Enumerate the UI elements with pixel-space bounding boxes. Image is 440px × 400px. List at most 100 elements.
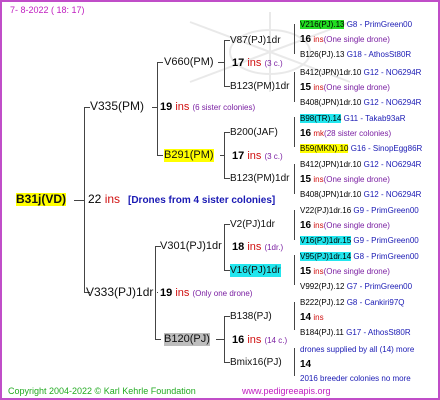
l4-name: V16(PJ)1dr.15 — [300, 236, 352, 245]
l4-name: B408(JPN)1dr.10 — [300, 190, 362, 199]
sd-ins-number: 17 — [232, 150, 245, 162]
l3-bmix[interactable]: Bmix16(PJ) — [230, 356, 282, 369]
l3-v16[interactable]: V16(PJ)1dr — [230, 264, 281, 277]
l4-row[interactable]: B222(PJ).12 G8 - Cankiri97Q — [300, 296, 405, 309]
dd-colony[interactable]: B120(PJ) — [164, 333, 210, 346]
l4-ins-row: 16 ins(One single drone) — [300, 219, 390, 232]
l4-name: V216(PJ).13 — [300, 20, 345, 29]
ss-ins-number: 17 — [232, 57, 245, 69]
l4-row[interactable]: B408(JPN)1dr.10 G12 - NO6294R — [300, 188, 421, 201]
dd-ins-word: ins — [247, 334, 262, 346]
ds-colony[interactable]: V301(PJ)1dr — [160, 240, 222, 253]
l4-row[interactable]: B412(JPN)1dr.10 G12 - NO6294R — [300, 66, 421, 79]
l4-row[interactable]: B412(JPN)1dr.10 G12 - NO6294R — [300, 158, 421, 171]
l4-ins-word: ins — [313, 175, 324, 184]
l4-info: G9 - PrimGreen00 — [353, 206, 419, 215]
copyright-text: Copyright 2004-2022 © Karl Kehrle Founda… — [8, 386, 196, 396]
l4-ins-row: 15 ins(One single drone) — [300, 265, 390, 278]
header-date: 7- 8-2022 ( 18: 17) — [10, 5, 85, 15]
l3-v2[interactable]: V2(PJ)1dr — [230, 218, 275, 231]
sire-colony[interactable]: V335(PM) — [90, 100, 144, 113]
l4-name: B412(JPN)1dr.10 — [300, 160, 362, 169]
l4-ins-row: 14 — [300, 358, 311, 371]
l4-row[interactable]: B98(TR).14 G11 - Takab93aR — [300, 112, 406, 125]
l4-row[interactable]: B59(MKN).10 G16 - SinopEgg86R — [300, 142, 422, 155]
sire-ins-count: 19 ins (6 sister colonies) — [160, 101, 255, 114]
l4-name: B222(PJ).12 — [300, 298, 345, 307]
ds-ins-number: 18 — [232, 241, 245, 253]
l4-name: B98(TR).14 — [300, 114, 342, 123]
l4-ins-number: 15 — [300, 82, 312, 93]
l4-row[interactable]: B126(PJ).13 G18 - AthosSt80R — [300, 48, 411, 61]
l4-row[interactable]: B408(JPN)1dr.10 G12 - NO6294R — [300, 96, 421, 109]
l3-b123b[interactable]: B123(PM)1dr — [230, 172, 289, 185]
l4-name: B126(PJ).13 — [300, 50, 345, 59]
l4-info: G8 - Cankiri97Q — [346, 298, 405, 307]
l4-note: (One single drone) — [323, 83, 390, 92]
dd-ins-count: 16 ins (14 c.) — [232, 334, 287, 347]
dd-ins-number: 16 — [232, 334, 245, 346]
sd-ins-word: ins — [247, 150, 262, 162]
l4-note: (One single drone) — [323, 175, 390, 184]
root-note: [Drones from 4 sister colonies] — [128, 195, 276, 206]
l4-row[interactable]: V95(PJ)1dr.14 G8 - PrimGreen00 — [300, 250, 419, 263]
l4-name: B59(MKN).10 — [300, 144, 349, 153]
l4-info: G12 - NO6294R — [363, 190, 422, 199]
l3-b123a[interactable]: B123(PM)1dr — [230, 80, 289, 93]
l4-ins-row: 16 ins(One single drone) — [300, 33, 390, 46]
l4-note: (28 sister colonies) — [324, 129, 392, 138]
ds-ins-count: 18 ins (1dr.) — [232, 241, 283, 254]
l4-ins-word: ins — [313, 221, 324, 230]
sire-ins-number: 19 — [160, 101, 173, 113]
l4-ins-word: mk — [313, 129, 325, 138]
l4-ins-row: 16 mk(28 sister colonies) — [300, 127, 391, 140]
l4-row[interactable]: V992(PJ).12 G7 - PrimGreen00 — [300, 280, 412, 293]
l4-ins-row: 15 ins(One single drone) — [300, 81, 390, 94]
l4-row[interactable]: V22(PJ)1dr.16 G9 - PrimGreen00 — [300, 204, 419, 217]
l4-text-row: drones supplied by all (14) more — [300, 345, 415, 354]
l4-ins-number: 16 — [300, 128, 312, 139]
ss-colony[interactable]: V660(PM) — [164, 56, 214, 69]
root-ins-count: 22 ins — [88, 193, 120, 206]
l4-ins-word: ins — [313, 313, 324, 322]
dam-ins-word: ins — [175, 287, 190, 299]
sd-colony[interactable]: B291(PM) — [164, 149, 214, 162]
site-url-link[interactable]: www.pedigreeapis.org — [242, 385, 331, 398]
root-colony[interactable]: B31j(VD) — [16, 193, 67, 206]
l4-info: G16 - SinopEgg86R — [350, 144, 423, 153]
l4-name: V992(PJ).12 — [300, 282, 345, 291]
l4-info: G8 - PrimGreen00 — [346, 20, 413, 29]
l4-row[interactable]: V216(PJ).13 G8 - PrimGreen00 — [300, 18, 412, 31]
dd-note: (14 c.) — [264, 336, 288, 345]
l4-ins-word: ins — [313, 35, 324, 44]
ds-ins-word: ins — [247, 241, 262, 253]
l4-name: B184(PJ).11 — [300, 328, 344, 337]
dam-ins-number: 19 — [160, 287, 173, 299]
l4-note: (One single drone) — [323, 267, 390, 276]
l3-b138[interactable]: B138(PJ) — [230, 310, 272, 323]
l4-name: V22(PJ)1dr.16 — [300, 206, 352, 215]
ds-note: (1dr.) — [264, 243, 284, 252]
l3-v87[interactable]: V87(PJ)1dr — [230, 34, 281, 47]
l4-info: G8 - PrimGreen00 — [353, 252, 419, 261]
l4-info: G9 - PrimGreen00 — [353, 236, 419, 245]
dam-colony[interactable]: V333(PJ)1dr — [86, 286, 153, 299]
pedigree-chart: 7- 8-2022 ( 18: 17) B31j(VD) 22 ins [Dro… — [0, 0, 440, 400]
root-ins-word: ins — [104, 192, 121, 206]
ss-note: (3 c.) — [264, 59, 283, 68]
l4-row[interactable]: V16(PJ)1dr.15 G9 - PrimGreen00 — [300, 234, 419, 247]
l4-row[interactable]: B184(PJ).11 G17 - AthosSt80R — [300, 326, 411, 339]
dam-note: (Only one drone) — [192, 289, 253, 298]
l3-b200[interactable]: B200(JAF) — [230, 126, 278, 139]
l4-ins-number: 14 — [300, 312, 312, 323]
l4-info: G11 - Takab93aR — [343, 114, 406, 123]
sire-note: (6 sister colonies) — [192, 103, 256, 112]
sd-ins-count: 17 ins (3 c.) — [232, 150, 283, 163]
l4-ins-number: 15 — [300, 174, 312, 185]
l4-info: G7 - PrimGreen00 — [346, 282, 413, 291]
l4-info: G17 - AthosSt80R — [346, 328, 411, 337]
l4-ins-number: 14 — [300, 359, 312, 370]
l4-info: G12 - NO6294R — [363, 98, 422, 107]
l4-note: (One single drone) — [323, 35, 390, 44]
l4-info: G12 - NO6294R — [363, 160, 422, 169]
